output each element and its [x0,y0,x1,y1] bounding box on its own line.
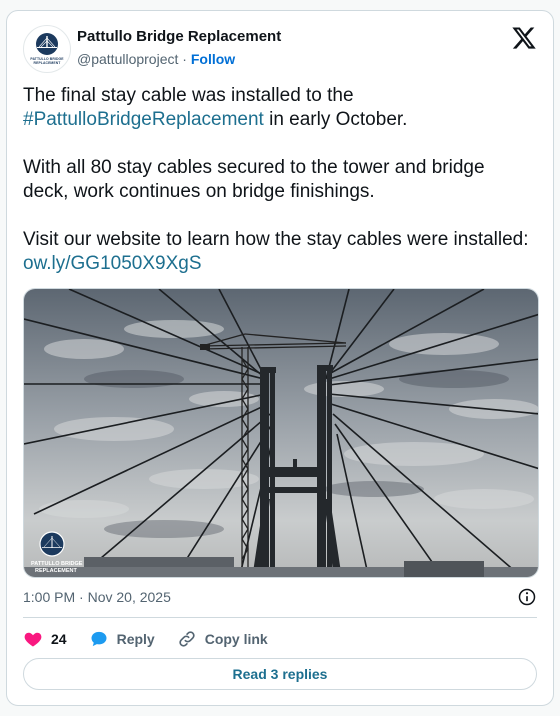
info-icon[interactable] [517,587,537,607]
post-paragraph-3: Visit our website to learn how the stay … [23,228,533,276]
heart-icon [24,632,42,647]
watermark-text: PATTULLO BRIDGE [31,561,83,567]
link-icon [179,631,195,647]
avatar[interactable]: PATTULLO BRIDGE REPLACEMENT [23,25,71,73]
post-timestamp[interactable]: 1:00 PM · Nov 20, 2025 [23,589,171,605]
post-paragraph-2: With all 80 stay cables secured to the t… [23,157,485,202]
x-logo-icon[interactable] [511,25,537,51]
author-display-name[interactable]: Pattullo Bridge Replacement [77,27,281,47]
bridge-logo-icon [36,33,58,55]
avatar-logo-text: PATTULLO BRIDGE REPLACEMENT [30,57,64,65]
post-card: PATTULLO BRIDGE REPLACEMENT Pattullo Brid… [6,10,554,706]
post-header: PATTULLO BRIDGE REPLACEMENT Pattullo Brid… [23,25,537,73]
divider [23,617,537,618]
post-text: The final stay cable was installed to th… [23,84,533,300]
like-count: 24 [51,631,67,647]
reply-icon [91,631,107,647]
post-photo[interactable]: PATTULLO BRIDGE REPLACEMENT [23,288,539,578]
reply-label: Reply [116,631,155,647]
bridge-photo: PATTULLO BRIDGE REPLACEMENT [24,289,538,577]
post-meta: 1:00 PM · Nov 20, 2025 [23,587,537,607]
like-button[interactable]: 24 [23,629,67,649]
watermark-text: REPLACEMENT [35,568,78,574]
watermark-logo [39,531,65,557]
author-handle[interactable]: @pattulloproject [77,51,178,67]
post-text-segment: in early October. [269,109,408,130]
post-text-segment: The final stay cable was installed to th… [23,85,354,106]
author-handle-line: @pattulloproject · Follow [77,49,281,69]
post-paragraph-1: The final stay cable was installed to th… [23,84,533,132]
reply-button[interactable]: Reply [89,629,155,649]
author-block: Pattullo Bridge Replacement @pattullopro… [77,27,281,69]
post-text-segment: Visit our website to learn how the stay … [23,229,529,250]
website-link[interactable]: ow.ly/GG1050X9XgS [23,253,202,274]
handle-separator: · [182,51,187,67]
copy-link-label: Copy link [204,631,268,647]
action-bar: 24 Reply Copy link [23,625,537,653]
copy-link-button[interactable]: Copy link [177,629,268,649]
read-replies-button[interactable]: Read 3 replies [23,658,537,690]
hashtag-link[interactable]: #PattulloBridgeReplacement [23,109,264,130]
follow-button[interactable]: Follow [191,51,235,67]
